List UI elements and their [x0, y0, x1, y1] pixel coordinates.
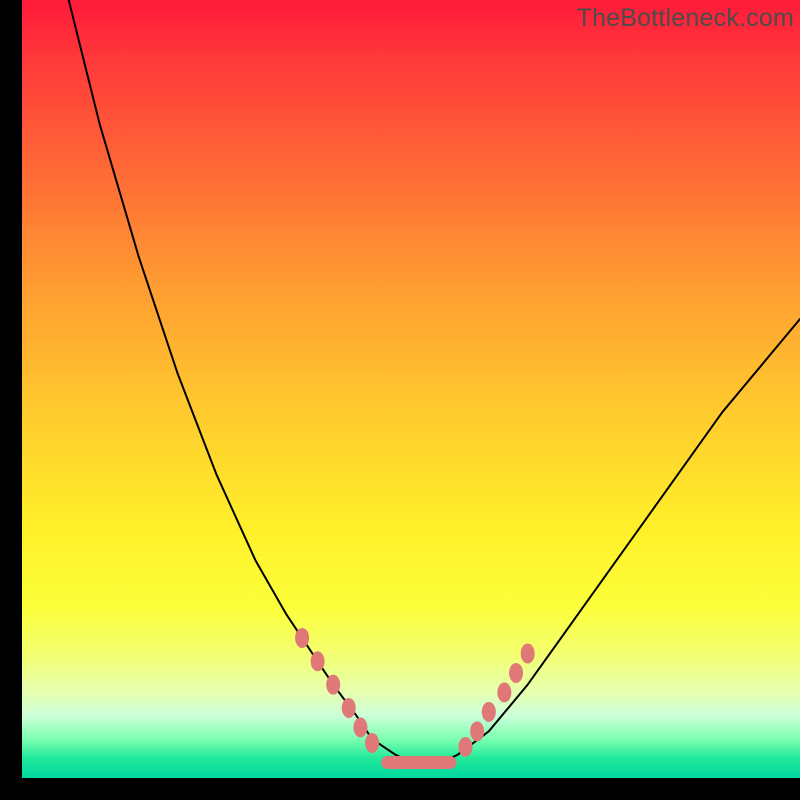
highlight-dot	[342, 698, 356, 718]
highlight-dot	[509, 663, 523, 683]
highlight-dot	[326, 675, 340, 695]
highlight-dot	[482, 702, 496, 722]
chart-frame: TheBottleneck.com	[22, 0, 800, 778]
highlight-dots-right	[458, 644, 534, 757]
highlight-dot	[353, 717, 367, 737]
highlight-dot	[458, 737, 472, 757]
highlight-dot	[295, 628, 309, 648]
highlight-dot	[521, 644, 535, 664]
highlight-dot	[365, 733, 379, 753]
curve-line	[69, 0, 800, 762]
highlight-dot	[470, 721, 484, 741]
bottleneck-curve	[22, 0, 800, 778]
highlight-dot	[311, 651, 325, 671]
highlight-dot	[497, 682, 511, 702]
